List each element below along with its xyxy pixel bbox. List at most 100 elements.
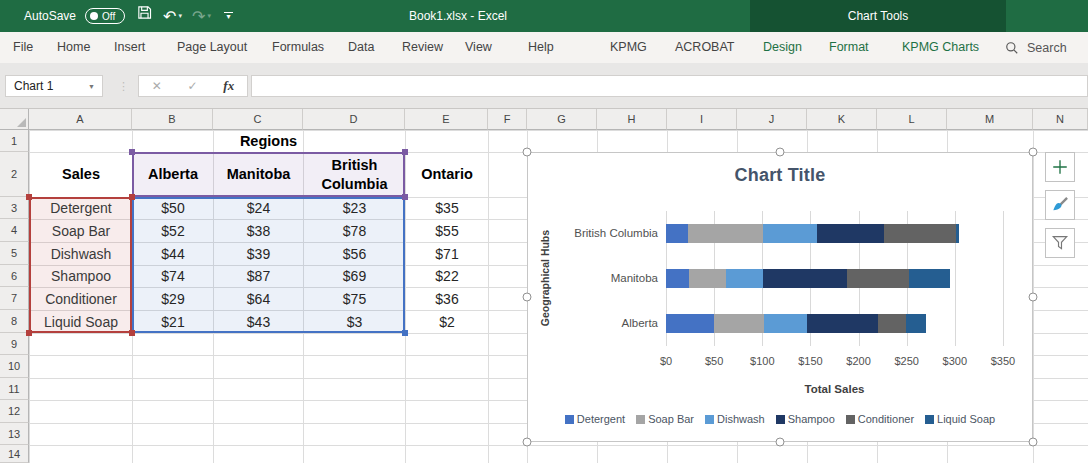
cell-value[interactable]: $38 [214,219,303,242]
x-axis-title[interactable]: Total Sales [666,383,1003,395]
insert-function-button[interactable]: fx [223,78,234,94]
column-header-N[interactable]: N [1033,109,1088,130]
cell-product-label[interactable]: Liquid Soap [30,310,132,333]
cell-value[interactable]: $39 [214,242,303,265]
column-header-F[interactable]: F [488,109,527,130]
cell-product-label[interactable]: Dishwash [30,242,132,265]
cell-value[interactable]: $22 [406,265,488,287]
redo-button[interactable]: ↷▾ [192,7,211,26]
bar-segment-liquid-soap[interactable] [956,224,959,243]
cell-header-sales[interactable]: Sales [30,152,132,197]
column-header-M[interactable]: M [947,109,1033,130]
column-header-J[interactable]: J [737,109,807,130]
chart-selection-handle[interactable] [523,438,532,447]
legend-item-detergent[interactable]: Detergent [565,413,625,425]
enter-button[interactable]: ✓ [188,79,198,93]
chart-selection-handle[interactable] [523,148,532,157]
chart-selection-handle[interactable] [523,293,532,302]
bar-segment-dishwash[interactable] [764,314,806,333]
chart-selection-handle[interactable] [1029,293,1038,302]
chart-selection-handle[interactable] [776,438,785,447]
cell-value[interactable]: $23 [304,197,405,219]
bar-segment-detergent[interactable] [666,269,689,288]
undo-button[interactable]: ↶▾ [163,7,182,26]
cell-value[interactable]: $35 [406,197,488,219]
legend-item-soap-bar[interactable]: Soap Bar [636,413,694,425]
bar-segment-soap-bar[interactable] [714,314,764,333]
cell-value[interactable]: $74 [133,265,213,287]
tab-data[interactable]: Data [348,32,374,63]
tab-kpmg[interactable]: KPMG [610,32,647,63]
cell-value[interactable]: $78 [304,219,405,242]
cell-value[interactable]: $75 [304,287,405,310]
legend-item-liquid-soap[interactable]: Liquid Soap [925,413,995,425]
tab-insert[interactable]: Insert [114,32,145,63]
bar-segment-detergent[interactable] [666,314,714,333]
cancel-button[interactable]: ✕ [152,79,162,93]
chart-filters-button[interactable] [1045,228,1075,258]
chart-selection-handle[interactable] [1029,438,1038,447]
chart-title[interactable]: Chart Title [528,165,1032,186]
column-header-K[interactable]: K [807,109,877,130]
cell-value[interactable]: $71 [406,242,488,265]
bar-segment-dishwash[interactable] [763,224,817,243]
row-header-10[interactable]: 10 [0,355,29,378]
cell-header-ontario[interactable]: Ontario [406,152,488,197]
cell-value[interactable]: $21 [133,310,213,333]
cell-value[interactable]: $36 [406,287,488,310]
column-header-L[interactable]: L [877,109,947,130]
legend-item-dishwash[interactable]: Dishwash [705,413,765,425]
row-header-1[interactable]: 1 [0,130,29,152]
chart-elements-button[interactable] [1045,152,1075,182]
cell-product-label[interactable]: Conditioner [30,287,132,310]
bar-segment-liquid-soap[interactable] [906,314,926,333]
column-header-I[interactable]: I [667,109,737,130]
column-header-B[interactable]: B [132,109,213,130]
bar-segment-conditioner[interactable] [878,314,906,333]
cell-value[interactable]: $69 [304,265,405,287]
name-box[interactable]: Chart 1▼ [5,75,103,97]
chart-styles-button[interactable] [1045,190,1075,220]
tab-formulas[interactable]: Formulas [272,32,324,63]
cell-value[interactable]: $64 [214,287,303,310]
row-header-9[interactable]: 9 [0,333,29,355]
bar-segment-conditioner[interactable] [884,224,956,243]
select-all-corner[interactable] [0,109,29,130]
cell-value[interactable]: $55 [406,219,488,242]
autosave-toggle[interactable]: Off [85,8,125,24]
chart-legend[interactable]: DetergentSoap BarDishwashShampooConditio… [528,413,1032,425]
cell-regions-title[interactable]: Regions [132,130,405,152]
tab-help[interactable]: Help [528,32,554,63]
search-box[interactable]: Search [1005,32,1067,63]
tab-review[interactable]: Review [402,32,443,63]
formula-input[interactable] [251,75,1088,97]
cell-header-alberta[interactable]: Alberta [133,152,213,197]
bar-segment-soap-bar[interactable] [689,269,726,288]
row-header-5[interactable]: 5 [0,242,29,265]
bar-segment-shampoo[interactable] [817,224,883,243]
row-header-2[interactable]: 2 [0,152,29,197]
row-header-4[interactable]: 4 [0,219,29,242]
bar-segment-soap-bar[interactable] [688,224,763,243]
row-header-3[interactable]: 3 [0,197,29,219]
save-button[interactable] [136,0,153,32]
bar-segment-shampoo[interactable] [763,269,847,288]
cell-product-label[interactable]: Soap Bar [30,219,132,242]
tab-kpmg-charts[interactable]: KPMG Charts [902,32,979,63]
row-header-13[interactable]: 13 [0,423,29,445]
legend-item-conditioner[interactable]: Conditioner [846,413,914,425]
tab-design[interactable]: Design [763,32,802,63]
cell-header-manitoba[interactable]: Manitoba [214,152,303,197]
cell-value[interactable]: $56 [304,242,405,265]
cell-header-british-columbia[interactable]: British Columbia [304,152,405,197]
column-header-G[interactable]: G [527,109,597,130]
cell-value[interactable]: $43 [214,310,303,333]
customize-quick-access-button[interactable]: ▾ [224,12,233,20]
chart-selection-handle[interactable] [1029,148,1038,157]
y-axis-title[interactable]: Geographical Hubs [539,230,551,326]
row-header-12[interactable]: 12 [0,400,29,423]
bar-segment-detergent[interactable] [666,224,688,243]
row-header-6[interactable]: 6 [0,265,29,287]
cell-value[interactable]: $52 [133,219,213,242]
cell-value[interactable]: $87 [214,265,303,287]
